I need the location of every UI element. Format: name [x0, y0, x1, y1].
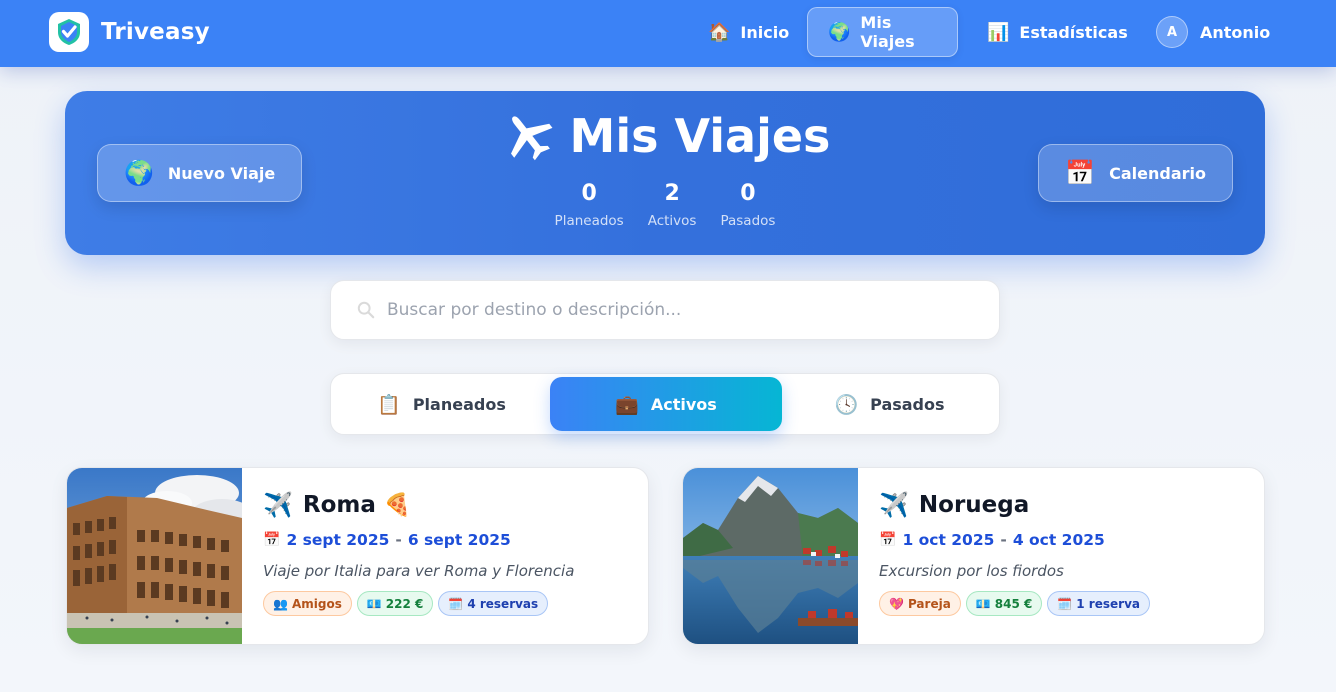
colosseum-photo	[67, 468, 242, 644]
trip-dates: 📅 1 oct 2025 - 4 oct 2025	[879, 531, 1249, 549]
money-icon: 💶	[366, 596, 382, 611]
trip-end-date: 4 oct 2025	[1012, 531, 1105, 549]
trip-title: ✈️ Roma 🍕	[263, 488, 633, 522]
trip-card-body: ✈️ Noruega 📅 1 oct 2025 - 4 oct 2025 Exc…	[879, 488, 1249, 616]
clipboard-icon: 📋	[377, 393, 401, 416]
airplane-icon: ✈️	[263, 491, 293, 519]
search-input[interactable]	[387, 300, 947, 320]
stat-label: Pasados	[720, 213, 776, 229]
nav-link-inicio[interactable]: 🏠 Inicio	[688, 7, 809, 57]
trip-start-date: 1 oct 2025	[902, 531, 995, 549]
bookings-badge: 🗓️ 4 reservas	[438, 591, 549, 616]
stat-label: Activos	[647, 213, 697, 229]
people-icon: 👥	[273, 596, 288, 611]
heart-icon: 💖	[889, 596, 904, 611]
budget-badge: 💶 222 €	[356, 591, 434, 616]
home-icon: 🏠	[708, 21, 731, 43]
badge-text: 845 €	[994, 596, 1033, 611]
badge-text: 222 €	[385, 596, 424, 611]
trip-title: ✈️ Noruega	[879, 488, 1249, 522]
bar-chart-icon: 📊	[987, 21, 1010, 43]
airplane-icon	[500, 110, 556, 162]
trip-description: Excursion por los fiordos	[879, 562, 1064, 580]
budget-badge: 💶 845 €	[965, 591, 1043, 616]
companion-badge: 💖 Pareja	[879, 591, 961, 616]
trip-badges: 👥 Amigos 💶 222 € 🗓️ 4 reservas	[263, 591, 633, 616]
trip-card-noruega[interactable]: ✈️ Noruega 📅 1 oct 2025 - 4 oct 2025 Exc…	[682, 467, 1265, 645]
trip-card-roma[interactable]: ✈️ Roma 🍕 📅 2 sept 2025 - 6 sept 2025 Vi…	[66, 467, 649, 645]
nav-link-label: Mis Viajes	[860, 13, 915, 51]
stat-past: 0 Pasados	[720, 179, 775, 229]
trip-end-date: 6 sept 2025	[407, 531, 511, 549]
tab-label: Planeados	[412, 394, 506, 414]
nav-link-mis-viajes[interactable]: 🌍 Mis Viajes	[807, 7, 958, 57]
calendar-button[interactable]: 📅 Calendario	[1038, 144, 1233, 202]
calendar-label: Calendario	[1109, 163, 1206, 183]
date-separator: -	[395, 531, 402, 549]
tab-label: Pasados	[870, 394, 945, 414]
brand-logo-icon	[49, 12, 89, 52]
badge-text: Amigos	[291, 596, 342, 611]
stat-value: 0	[581, 181, 597, 206]
tab-label: Activos	[650, 394, 717, 414]
calendar-icon: 🗓️	[448, 596, 464, 611]
globe-icon: 🌍	[828, 21, 851, 43]
trip-card-body: ✈️ Roma 🍕 📅 2 sept 2025 - 6 sept 2025 Vi…	[263, 488, 633, 616]
trip-status-tabs: 📋 Planeados 💼 Activos 🕓 Pasados	[330, 373, 1000, 435]
nav-link-estadisticas[interactable]: 📊 Estadísticas	[967, 7, 1148, 57]
search-icon	[357, 301, 375, 319]
page-title-text: Mis Viajes	[569, 109, 831, 163]
companion-badge: 👥 Amigos	[263, 591, 352, 616]
calendar-icon: 🗓️	[1057, 596, 1073, 611]
tab-planeados[interactable]: 📋 Planeados	[334, 377, 549, 431]
badge-text: 1 reserva	[1076, 596, 1140, 611]
user-menu[interactable]: A Antonio	[1136, 7, 1290, 57]
brand-name: Triveasy	[101, 19, 210, 45]
calendar-icon: 📅	[1065, 159, 1096, 187]
bookings-badge: 🗓️ 1 reserva	[1047, 591, 1150, 616]
date-separator: -	[1000, 531, 1007, 549]
calendar-icon: 📅	[879, 532, 897, 548]
stat-planned: 0 Planeados	[555, 179, 624, 229]
trip-badges: 💖 Pareja 💶 845 € 🗓️ 1 reserva	[879, 591, 1249, 616]
top-navbar: Triveasy 🏠 Inicio 🌍 Mis Viajes 📊 Estadís…	[0, 0, 1336, 67]
airplane-icon: ✈️	[879, 491, 909, 519]
badge-text: 4 reservas	[467, 596, 539, 611]
stat-label: Planeados	[554, 213, 624, 229]
badge-text: Pareja	[907, 596, 951, 611]
pizza-icon: 🍕	[383, 492, 412, 518]
tab-activos[interactable]: 💼 Activos	[550, 377, 782, 431]
nav-link-label: Estadísticas	[1019, 22, 1128, 42]
trip-title-text: Roma	[302, 492, 376, 518]
avatar: A	[1156, 16, 1188, 48]
brand[interactable]: Triveasy	[49, 12, 210, 52]
trip-description: Viaje por Italia para ver Roma y Florenc…	[263, 562, 575, 580]
stat-value: 2	[664, 181, 680, 206]
clock-icon: 🕓	[834, 393, 859, 416]
calendar-icon: 📅	[263, 532, 281, 548]
money-icon: 💶	[975, 596, 991, 611]
trip-dates: 📅 2 sept 2025 - 6 sept 2025	[263, 531, 633, 549]
fjord-photo	[683, 468, 858, 644]
stat-active: 2 Activos	[648, 179, 697, 229]
briefcase-icon: 💼	[615, 393, 639, 416]
search-bar	[330, 280, 1000, 340]
trip-start-date: 2 sept 2025	[286, 531, 390, 549]
trip-title-text: Noruega	[918, 492, 1030, 518]
nav-link-label: Inicio	[740, 22, 790, 42]
hero-banner: 🌍 Nuevo Viaje Mis Viajes 0 Planeados 2 A…	[65, 91, 1265, 255]
user-name: Antonio	[1200, 22, 1271, 42]
stat-value: 0	[740, 181, 756, 206]
tab-pasados[interactable]: 🕓 Pasados	[783, 377, 996, 431]
